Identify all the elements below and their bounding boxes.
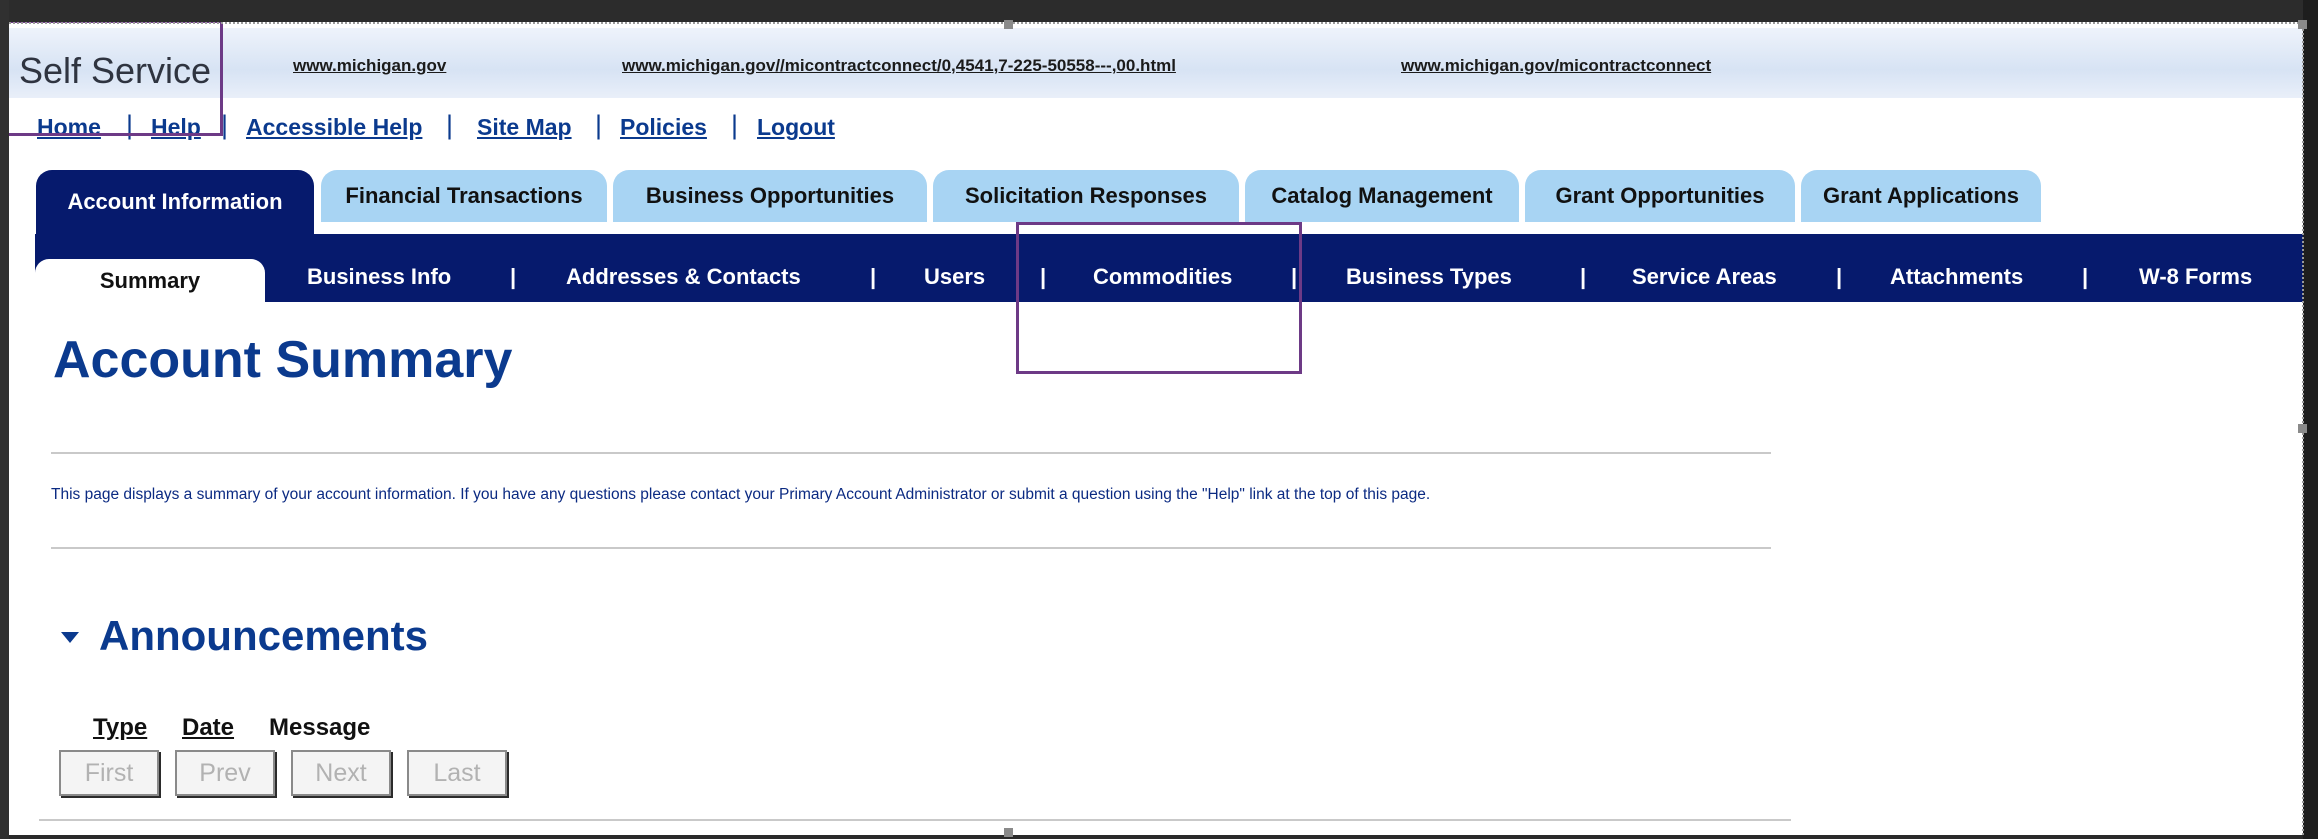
pager-next-button[interactable]: Next <box>291 750 391 796</box>
window-frame-left <box>0 0 9 839</box>
subnav-separator: | <box>870 264 877 289</box>
subtab-addresses-contacts[interactable]: Addresses & Contacts <box>566 264 801 290</box>
policies-link[interactable]: Policies <box>620 114 707 141</box>
collapse-caret-icon[interactable] <box>61 632 79 643</box>
nav-separator: | <box>446 110 454 140</box>
resize-handle[interactable] <box>1004 828 1013 837</box>
subtab-business-types[interactable]: Business Types <box>1346 264 1512 290</box>
pager-prev-button[interactable]: Prev <box>175 750 275 796</box>
resize-handle[interactable] <box>1004 20 1013 29</box>
annotation-box <box>9 22 223 136</box>
tab-catalog-management[interactable]: Catalog Management <box>1245 170 1519 222</box>
subtab-users[interactable]: Users <box>924 264 985 290</box>
subnav-separator: | <box>2082 264 2089 289</box>
divider <box>39 819 1791 821</box>
subtab-attachments[interactable]: Attachments <box>1890 264 2023 290</box>
micontractconnect-page-link[interactable]: www.michigan.gov//micontractconnect/0,45… <box>622 56 1176 76</box>
tab-solicitation-responses[interactable]: Solicitation Responses <box>933 170 1239 222</box>
accessible-help-link[interactable]: Accessible Help <box>246 114 422 141</box>
top-header-strip: r Self Service www.michigan.gov www.mich… <box>9 28 2303 98</box>
subnav-separator: | <box>1836 264 1843 289</box>
pager-first-button[interactable]: First <box>59 750 159 796</box>
micontractconnect-link[interactable]: www.michigan.gov/micontractconnect <box>1401 56 1711 76</box>
subnav-separator: | <box>510 264 517 289</box>
annotation-box <box>1016 222 1302 374</box>
pager-last-button[interactable]: Last <box>407 750 507 796</box>
resize-handle[interactable] <box>2298 20 2307 29</box>
window-frame-top <box>0 0 2318 22</box>
column-message: Message <box>269 714 371 741</box>
tab-grant-opportunities[interactable]: Grant Opportunities <box>1525 170 1795 222</box>
subtab-w8-forms[interactable]: W-8 Forms <box>2139 264 2252 290</box>
tab-financial-transactions[interactable]: Financial Transactions <box>321 170 607 222</box>
subtab-summary[interactable]: Summary <box>35 259 265 302</box>
divider <box>51 452 1771 454</box>
page-description: This page displays a summary of your acc… <box>51 486 1431 503</box>
subtab-service-areas[interactable]: Service Areas <box>1632 264 1777 290</box>
subnav-separator: | <box>1580 264 1587 289</box>
window-frame-right <box>2303 0 2318 839</box>
column-date[interactable]: Date <box>182 714 234 742</box>
nav-separator: | <box>595 110 603 140</box>
column-type[interactable]: Type <box>93 714 147 742</box>
michigan-gov-link[interactable]: www.michigan.gov <box>293 56 446 76</box>
logout-link[interactable]: Logout <box>757 114 835 141</box>
subtab-business-info[interactable]: Business Info <box>307 264 451 290</box>
page-title: Account Summary <box>53 331 513 389</box>
nav-separator: | <box>731 110 739 140</box>
resize-handle[interactable] <box>2298 424 2307 433</box>
page-canvas: r Self Service www.michigan.gov www.mich… <box>9 22 2303 835</box>
selection-border-top <box>9 22 2303 24</box>
tab-grant-applications[interactable]: Grant Applications <box>1801 170 2041 222</box>
announcements-title: Announcements <box>99 612 429 659</box>
divider <box>51 547 1771 549</box>
tab-business-opportunities[interactable]: Business Opportunities <box>613 170 927 222</box>
site-map-link[interactable]: Site Map <box>477 114 572 141</box>
tab-account-information[interactable]: Account Information <box>36 170 314 234</box>
